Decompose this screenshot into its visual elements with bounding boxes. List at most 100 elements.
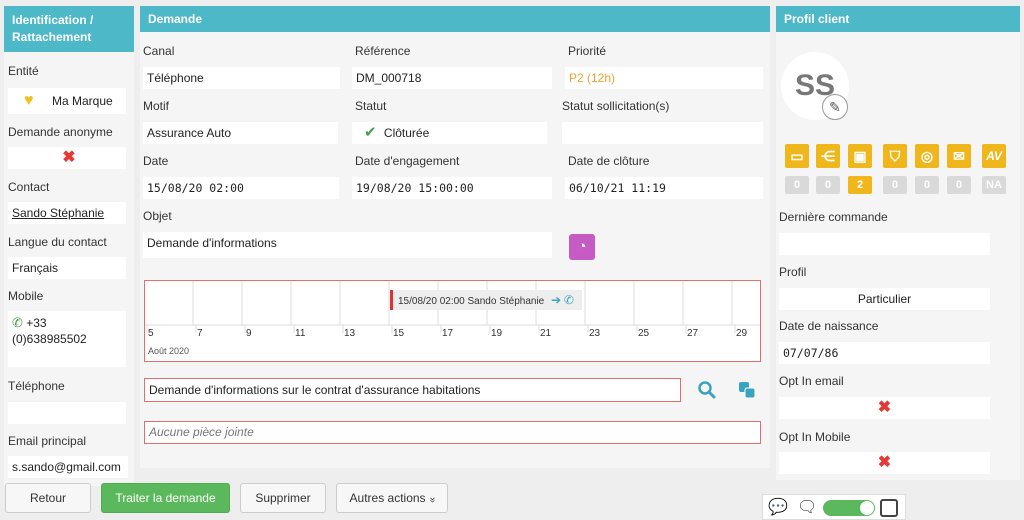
timeline[interactable]: 15/08/20 02:00 Sando Stéphanie ➔ ✆ 5 7 9… [144, 280, 761, 362]
pencil-icon: ✎ [829, 99, 841, 115]
statut-label: Statut [355, 99, 387, 113]
chat-toolbar: 💬 🗨 [762, 494, 906, 520]
reference-label: Référence [355, 44, 411, 58]
message-field[interactable]: Demande d'informations sur le contrat d'… [144, 378, 681, 402]
chat-bubbles-icon[interactable]: 💬 [768, 497, 788, 517]
demande-panel: Demande Canal Téléphone Référence DM_000… [140, 6, 770, 468]
objet-field[interactable]: Demande d'informations [143, 232, 552, 258]
timeline-tick-13: 13 [344, 328, 356, 339]
anonyme-label: Demande anonyme [8, 125, 113, 139]
traiter-button[interactable]: Traiter la demande [101, 483, 230, 513]
contact-field[interactable]: Sando Stéphanie [8, 202, 126, 224]
optin-mobile-field[interactable]: ✖ [779, 452, 990, 474]
sign-in-icon: ➔ [551, 293, 562, 307]
optin-mobile-label: Opt In Mobile [779, 430, 851, 444]
timeline-event-label: 15/08/20 02:00 Sando Stéphanie [398, 296, 545, 307]
clock-refresh-icon: ◔ [577, 238, 587, 255]
card-icon[interactable]: ▭ [785, 144, 809, 168]
target-icon[interactable]: ◎ [915, 144, 939, 168]
timeline-tick-11: 11 [295, 328, 306, 339]
attachment-placeholder: Aucune pièce jointe [149, 425, 254, 439]
translate-icon [739, 382, 756, 399]
autres-actions-button[interactable]: Autres actions » [336, 483, 448, 513]
date-label: Date [143, 154, 169, 168]
statut-sollicitation-label: Statut sollicitation(s) [562, 99, 670, 113]
supprimer-button[interactable]: Supprimer [240, 483, 326, 513]
statut-sollicitation-field[interactable] [562, 122, 763, 144]
canal-field[interactable]: Téléphone [143, 67, 340, 89]
demande-panel-title: Demande [140, 6, 770, 32]
priorite-label: Priorité [568, 44, 607, 58]
cross-icon: ✖ [877, 399, 892, 416]
edit-avatar-button[interactable]: ✎ [822, 94, 848, 120]
check-icon: ✔ [364, 124, 377, 141]
count-basket: 0 [883, 176, 907, 194]
timeline-tick-7: 7 [197, 328, 203, 339]
autres-actions-label: Autres actions [349, 491, 426, 505]
date-field[interactable]: 15/08/20 02:00 [143, 177, 339, 199]
mobile-value-line2: (0)638985502 [12, 332, 87, 346]
clock-refresh-button[interactable]: ◔ [569, 234, 595, 260]
retour-button[interactable]: Retour [5, 483, 91, 513]
chat-icon[interactable]: ✉ [947, 144, 971, 168]
timeline-tick-25: 25 [638, 328, 650, 339]
profil-field[interactable]: Particulier [779, 288, 990, 310]
reference-field[interactable]: DM_000718 [352, 67, 552, 89]
statut-value: Clôturée [383, 126, 430, 140]
count-chat: 0 [947, 176, 971, 194]
search-button[interactable] [694, 378, 720, 402]
attachment-field[interactable]: Aucune pièce jointe [144, 421, 761, 444]
naissance-label: Date de naissance [779, 319, 879, 333]
langue-field[interactable]: Français [8, 257, 126, 279]
translate-button[interactable] [734, 378, 760, 402]
timeline-tick-9: 9 [246, 328, 252, 339]
anonyme-field[interactable]: ✖ [8, 147, 126, 169]
contact-link[interactable]: Sando Stéphanie [12, 206, 104, 220]
identification-panel-title: Identification / Rattachement [4, 6, 134, 52]
chat-outline-icon[interactable]: 🗨 [797, 497, 817, 517]
timeline-tick-15: 15 [393, 328, 405, 339]
date-engagement-field[interactable]: 19/08/20 15:00:00 [352, 177, 552, 199]
basket-icon[interactable]: ⛉ [883, 144, 907, 168]
timeline-event[interactable]: 15/08/20 02:00 Sando Stéphanie ➔ ✆ [390, 290, 582, 310]
timeline-tick-17: 17 [442, 328, 454, 339]
optin-email-field[interactable]: ✖ [779, 397, 990, 419]
availability-toggle[interactable] [823, 500, 875, 516]
share-icon[interactable]: ⋲ [816, 144, 840, 168]
date-cloture-field[interactable]: 06/10/21 11:19 [565, 177, 763, 199]
motif-field[interactable]: Assurance Auto [143, 122, 338, 144]
email-field[interactable]: s.sando@gmail.com [8, 456, 128, 478]
canal-label: Canal [143, 44, 175, 58]
profil-panel-title: Profil client [776, 6, 1020, 32]
square-icon[interactable] [880, 499, 898, 517]
mobile-field[interactable]: ✆ +33 (0)638985502 [8, 311, 126, 367]
phone-icon: ✆ [12, 315, 23, 330]
statut-field[interactable]: ✔ Clôturée [352, 122, 547, 144]
cross-icon: ✖ [877, 454, 892, 471]
timeline-month-label: Août 2020 [148, 346, 190, 356]
telephone-field[interactable] [8, 402, 126, 424]
email-label: Email principal [8, 434, 87, 448]
optin-email-label: Opt In email [779, 374, 844, 388]
phone-icon: ✆ [563, 293, 574, 307]
timeline-tick-19: 19 [491, 328, 503, 339]
date-cloture-label: Date de clôture [568, 154, 650, 168]
contact-label: Contact [8, 180, 50, 194]
entite-label: Entité [8, 64, 39, 78]
derniere-commande-label: Dernière commande [779, 210, 888, 224]
cross-icon: ✖ [62, 149, 76, 166]
profil-panel: Profil client SS ✎ ▭ ⋲ ▣ ⛉ ◎ ✉ AV 0 0 2 … [776, 6, 1020, 480]
entite-field[interactable]: ♥ Ma Marque [8, 88, 126, 114]
timeline-tick-23: 23 [589, 328, 601, 339]
toggle-knob [860, 501, 874, 515]
timeline-tick-27: 27 [687, 328, 699, 339]
objet-label: Objet [143, 209, 172, 223]
priorite-field[interactable]: P2 (12h) [565, 67, 763, 89]
count-target: 0 [915, 176, 939, 194]
av-icon[interactable]: AV [982, 144, 1006, 168]
naissance-field[interactable]: 07/07/86 [779, 342, 990, 364]
inbox-icon[interactable]: ▣ [848, 144, 872, 168]
derniere-commande-field[interactable] [779, 233, 990, 255]
identification-panel: Identification / Rattachement Entité ♥ M… [4, 6, 134, 486]
search-icon [698, 381, 716, 399]
